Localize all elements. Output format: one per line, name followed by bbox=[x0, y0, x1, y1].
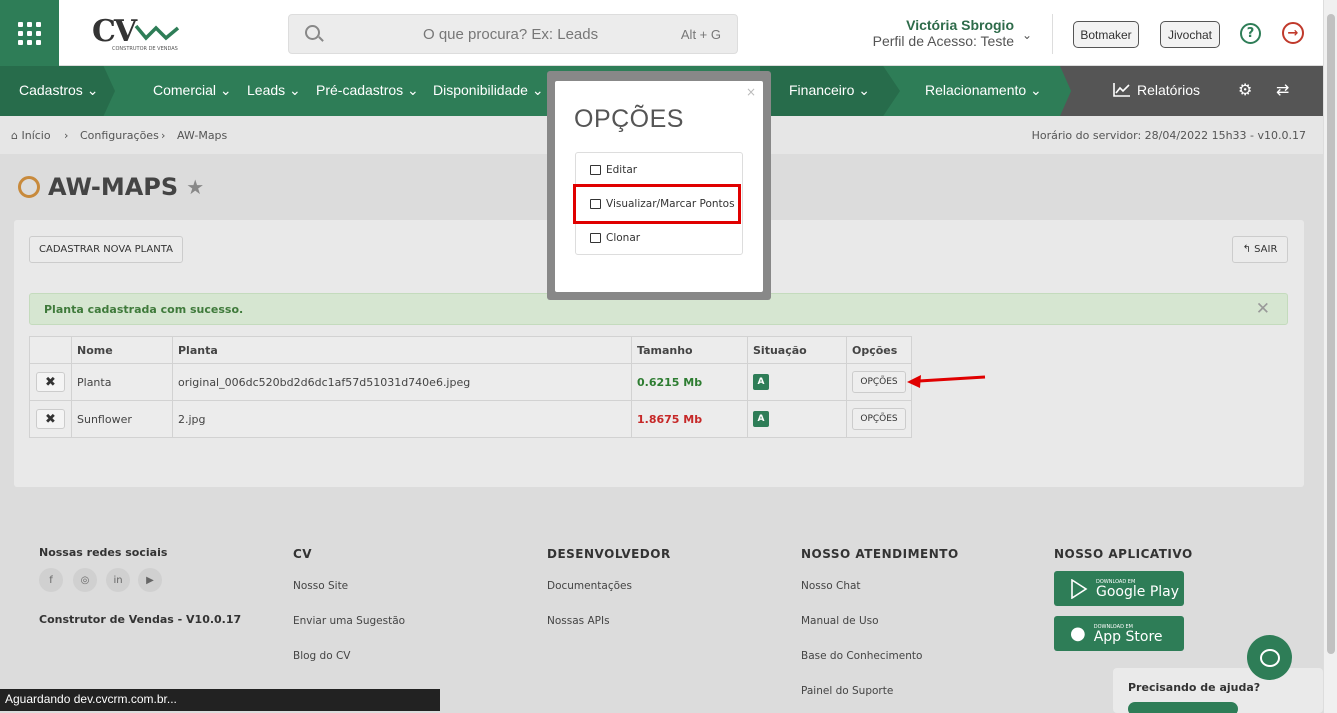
instagram-icon[interactable]: ◎ bbox=[73, 568, 97, 592]
logo-wave-icon bbox=[134, 24, 180, 41]
table-header-row: Nome Planta Tamanho Situação Opções bbox=[29, 336, 912, 364]
nav-item-pre-cadastros[interactable]: Pré-cadastros ⌄ bbox=[316, 82, 419, 99]
col-header: Situação bbox=[747, 336, 847, 364]
botmaker-button[interactable]: Botmaker bbox=[1073, 21, 1139, 48]
server-time: Horário do servidor: 28/04/2022 15h33 - … bbox=[1031, 129, 1306, 142]
delete-button[interactable]: ✖ bbox=[36, 372, 65, 392]
chevron-right-icon: › bbox=[161, 129, 166, 142]
plantas-table: Nome Planta Tamanho Situação Opções ✖ Pl… bbox=[29, 336, 912, 438]
nav-item-leads[interactable]: Leads ⌄ bbox=[247, 82, 301, 99]
chevron-right-icon: › bbox=[64, 129, 69, 142]
google-play-button[interactable]: DOWNLOAD EM Google Play bbox=[1054, 571, 1184, 606]
new-planta-button[interactable]: CADASTRAR NOVA PLANTA bbox=[29, 236, 183, 263]
footer-link[interactable]: Nosso Chat bbox=[801, 580, 861, 592]
facebook-icon[interactable]: f bbox=[39, 568, 63, 592]
browser-status-bar: Aguardando dev.cvcrm.com.br... bbox=[0, 689, 440, 711]
nav-item-financeiro[interactable]: Financeiro ⌄ bbox=[789, 82, 870, 99]
chat-button[interactable] bbox=[1247, 635, 1292, 680]
cell-nome: Sunflower bbox=[71, 400, 173, 438]
col-header: Nome bbox=[71, 336, 173, 364]
cell-nome: Planta bbox=[71, 363, 173, 401]
back-arrow-icon: ↰ bbox=[1242, 244, 1255, 255]
play-store-icon bbox=[1071, 578, 1088, 599]
col-header: Opções bbox=[846, 336, 912, 364]
search-icon bbox=[305, 25, 320, 40]
status-badge: A bbox=[753, 374, 769, 390]
cell-planta: original_006dc520bd2d6dc1af57d51031d740e… bbox=[172, 363, 632, 401]
edit-icon bbox=[590, 165, 601, 175]
top-header: CV CONSTRUTOR DE VENDAS O que procura? E… bbox=[0, 0, 1337, 66]
breadcrumb-configuracoes[interactable]: Configurações bbox=[80, 129, 159, 142]
footer-link[interactable]: Nosso Site bbox=[293, 580, 348, 592]
breadcrumb-home[interactable]: ⌂ Início bbox=[11, 129, 51, 142]
delete-button[interactable]: ✖ bbox=[36, 409, 65, 429]
chevron-down-icon[interactable]: ⌄ bbox=[1022, 28, 1032, 42]
options-modal: × OPÇÕES Editar Visualizar/Marcar Pontos… bbox=[555, 81, 763, 292]
nav-item-relatorios[interactable]: Relatórios bbox=[1113, 82, 1200, 98]
nav-item-relacionamento[interactable]: Relacionamento ⌄ bbox=[925, 82, 1042, 99]
options-button[interactable]: OPÇÕES bbox=[852, 371, 906, 393]
footer-link[interactable]: Manual de Uso bbox=[801, 615, 879, 627]
cell-tamanho: 0.6215 Mb bbox=[637, 375, 703, 389]
col-header: Planta bbox=[172, 336, 632, 364]
close-icon[interactable]: ✕ bbox=[1256, 299, 1270, 319]
chart-icon bbox=[1113, 83, 1130, 97]
map-pin-icon bbox=[18, 176, 40, 198]
table-row: ✖ Planta original_006dc520bd2d6dc1af57d5… bbox=[29, 363, 912, 401]
footer-link[interactable]: Nossas APIs bbox=[547, 615, 610, 627]
nav-item-disponibilidade[interactable]: Disponibilidade ⌄ bbox=[433, 82, 544, 99]
app-store-button[interactable]: ● DOWNLOAD EM App Store bbox=[1054, 616, 1184, 651]
gear-icon[interactable]: ⚙ bbox=[1238, 80, 1252, 99]
cell-planta: 2.jpg bbox=[172, 400, 632, 438]
swap-icon[interactable]: ⇄ bbox=[1276, 80, 1289, 99]
scrollbar[interactable] bbox=[1323, 0, 1337, 713]
apple-icon: ● bbox=[1070, 623, 1086, 644]
options-list: Editar Visualizar/Marcar Pontos Clonar bbox=[573, 152, 743, 255]
linkedin-icon[interactable]: in bbox=[106, 568, 130, 592]
nav-item-cadastros[interactable]: Cadastros ⌄ bbox=[19, 82, 98, 99]
jivochat-button[interactable]: Jivochat bbox=[1160, 21, 1220, 48]
close-icon[interactable]: × bbox=[746, 85, 756, 99]
option-clonar[interactable]: Clonar bbox=[576, 221, 742, 255]
clone-icon bbox=[590, 233, 601, 243]
option-visualizar-marcar-pontos[interactable]: Visualizar/Marcar Pontos bbox=[573, 184, 741, 224]
chat-icon bbox=[1259, 648, 1280, 667]
page-title: AW-MAPS ★ bbox=[18, 173, 204, 201]
modal-title: OPÇÕES bbox=[574, 105, 684, 133]
table-row: ✖ Sunflower 2.jpg 1.8675 Mb A OPÇÕES bbox=[29, 400, 912, 438]
footer-link[interactable]: Blog do CV bbox=[293, 650, 351, 662]
help-icon[interactable]: ? bbox=[1240, 23, 1261, 44]
footer-link[interactable]: Documentações bbox=[547, 580, 632, 592]
col-header: Tamanho bbox=[631, 336, 748, 364]
image-icon bbox=[590, 199, 601, 209]
footer-link[interactable]: Painel do Suporte bbox=[801, 685, 893, 697]
grid-icon bbox=[18, 21, 41, 45]
youtube-icon[interactable]: ▶ bbox=[138, 568, 162, 592]
options-button[interactable]: OPÇÕES bbox=[852, 408, 906, 430]
breadcrumb-aw-maps[interactable]: AW-Maps bbox=[177, 129, 227, 142]
search-input[interactable]: O que procura? Ex: Leads Alt + G bbox=[288, 14, 738, 54]
status-badge: A bbox=[753, 411, 769, 427]
option-editar[interactable]: Editar bbox=[576, 153, 742, 187]
nav-item-comercial[interactable]: Comercial ⌄ bbox=[153, 82, 232, 99]
user-info[interactable]: Victória Sbrogio Perfil de Acesso: Teste bbox=[873, 17, 1014, 49]
divider bbox=[1052, 14, 1053, 54]
footer-link[interactable]: Enviar uma Sugestão bbox=[293, 615, 405, 627]
cell-tamanho: 1.8675 Mb bbox=[637, 412, 703, 426]
help-widget[interactable]: Precisando de ajuda? bbox=[1113, 668, 1323, 713]
logo[interactable]: CV CONSTRUTOR DE VENDAS bbox=[92, 14, 192, 54]
apps-menu-button[interactable] bbox=[0, 0, 59, 66]
annotation-arrow-icon bbox=[907, 375, 986, 388]
exit-button[interactable]: ↰ SAIR bbox=[1232, 236, 1288, 263]
logout-icon[interactable]: → bbox=[1282, 22, 1304, 44]
star-icon[interactable]: ★ bbox=[186, 175, 204, 199]
footer-link[interactable]: Base do Conhecimento bbox=[801, 650, 922, 662]
